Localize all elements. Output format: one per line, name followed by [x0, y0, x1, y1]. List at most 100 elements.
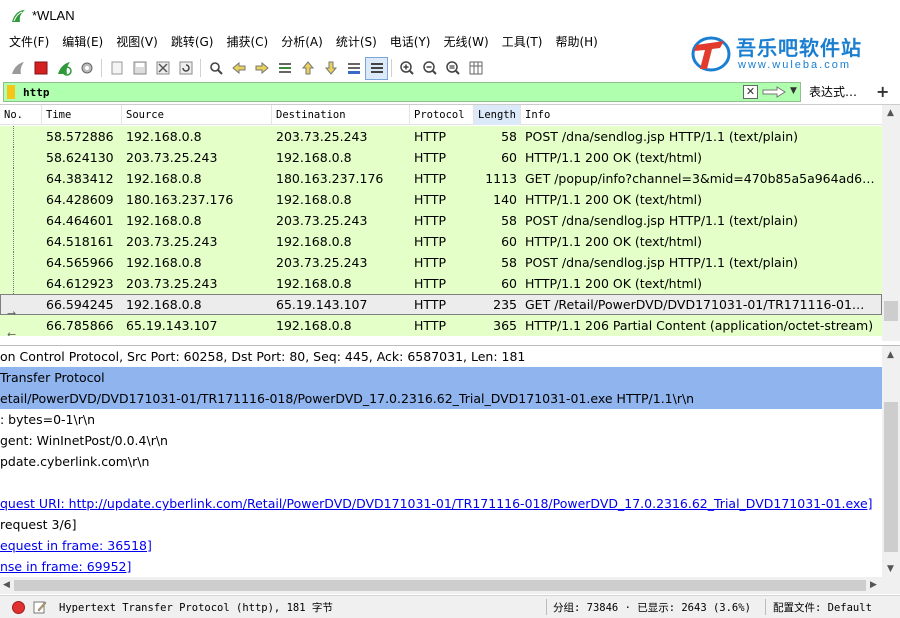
filter-expression-button[interactable]: 表达式… — [809, 83, 857, 100]
apply-filter-icon[interactable] — [761, 85, 787, 99]
stop-icon — [34, 61, 47, 75]
detail-text[interactable]: equest in frame: 36518] — [0, 538, 152, 553]
detail-text[interactable]: nse in frame: 69952] — [0, 559, 131, 574]
go-to-first-button[interactable] — [296, 57, 319, 80]
packet-destination-cell: 65.19.143.107 — [276, 297, 368, 312]
filter-history-dropdown-icon[interactable]: ▼ — [790, 86, 797, 96]
table-row[interactable]: 58.624130 203.73.25.243 192.168.0.8 HTTP 60 H… — [0, 147, 882, 168]
resize-columns-button[interactable] — [464, 57, 487, 80]
goto-packet-icon — [278, 63, 291, 73]
capture-comment-icon[interactable] — [33, 600, 47, 614]
go-back-button[interactable] — [227, 57, 250, 80]
open-file-button[interactable] — [105, 57, 128, 80]
table-row[interactable]: 64.518161 203.73.25.243 192.168.0.8 HTTP 60 H… — [0, 231, 882, 252]
packet-time-cell: 64.383412 — [46, 171, 114, 186]
packet-length-cell: 235 — [493, 297, 517, 312]
detail-tree-item[interactable]: Transfer Protocol — [0, 367, 882, 388]
menu-help[interactable]: 帮助(H) — [550, 31, 605, 54]
save-file-button[interactable] — [128, 57, 151, 80]
column-header-protocol[interactable]: Protocol — [410, 105, 474, 125]
packet-length-cell: 58 — [501, 129, 517, 144]
packet-source-cell: 203.73.25.243 — [126, 276, 218, 291]
menu-tools[interactable]: 工具(T) — [497, 31, 551, 54]
column-header-info[interactable]: Info — [521, 105, 882, 125]
packet-protocol-cell: HTTP — [414, 150, 446, 165]
menu-file[interactable]: 文件(F) — [4, 31, 57, 54]
bookmark-icon[interactable] — [7, 85, 15, 99]
menu-capture[interactable]: 捕获(C) — [221, 31, 276, 54]
configuration-profile[interactable]: 配置文件: Default — [773, 600, 872, 615]
scrollbar-thumb[interactable] — [884, 301, 898, 321]
scrollbar-thumb[interactable] — [14, 580, 866, 591]
scroll-right-icon[interactable]: ▶ — [870, 580, 877, 590]
table-row[interactable]: 64.612923 203.73.25.243 192.168.0.8 HTTP 60 H… — [0, 273, 882, 294]
detail-tree-item[interactable]: quest URI: http://update.cyberlink.com/R… — [0, 493, 882, 514]
detail-tree-item[interactable]: etail/PowerDVD/DVD171031-01/TR171116-018… — [0, 388, 882, 409]
detail-tree-item[interactable]: on Control Protocol, Src Port: 60258, Ds… — [0, 346, 882, 367]
menu-edit[interactable]: 编辑(E) — [57, 31, 111, 54]
packet-source-cell: 192.168.0.8 — [126, 255, 202, 270]
table-row[interactable]: 64.464601 192.168.0.8 203.73.25.243 HTTP 58 P… — [0, 210, 882, 231]
auto-scroll-button[interactable] — [342, 57, 365, 80]
scrollbar-thumb[interactable] — [884, 402, 898, 552]
column-header-length[interactable]: Length — [474, 105, 521, 125]
scroll-up-icon[interactable]: ▲ — [887, 350, 894, 360]
packet-destination-cell: 203.73.25.243 — [276, 213, 368, 228]
packet-protocol-cell: HTTP — [414, 318, 446, 333]
detail-tree-item[interactable]: nse in frame: 69952] — [0, 556, 882, 577]
menu-statistics[interactable]: 统计(S) — [331, 31, 385, 54]
add-filter-button[interactable]: + — [876, 82, 889, 101]
table-row[interactable]: ← 66.785866 65.19.143.107 192.168.0.8 HTTP 36… — [0, 315, 882, 336]
packet-list-scrollbar[interactable]: ▲ — [882, 105, 900, 341]
detail-tree-item[interactable]: request 3/6] — [0, 514, 882, 535]
zoom-reset-button[interactable] — [441, 57, 464, 80]
zoom-in-button[interactable] — [395, 57, 418, 80]
detail-tree-item[interactable] — [0, 472, 882, 493]
reload-file-button[interactable] — [174, 57, 197, 80]
clear-filter-icon[interactable]: ✕ — [743, 85, 758, 99]
stop-capture-button[interactable] — [29, 57, 52, 80]
colorize-button[interactable] — [365, 56, 388, 80]
find-packet-button[interactable] — [204, 57, 227, 80]
scroll-down-icon[interactable]: ▼ — [887, 564, 894, 574]
column-header-source[interactable]: Source — [122, 105, 272, 125]
column-header-time[interactable]: Time — [42, 105, 122, 125]
menu-analyze[interactable]: 分析(A) — [276, 31, 331, 54]
packet-list-header: No. Time Source Destination Protocol Len… — [0, 105, 882, 125]
conversation-line — [13, 168, 14, 189]
main-toolbar — [0, 55, 900, 81]
table-row[interactable]: 58.572886 192.168.0.8 203.73.25.243 HTTP 58 P… — [0, 126, 882, 147]
display-filter-input[interactable] — [23, 85, 723, 99]
table-row[interactable]: 64.565966 192.168.0.8 203.73.25.243 HTTP 58 P… — [0, 252, 882, 273]
detail-text[interactable]: quest URI: http://update.cyberlink.com/R… — [0, 496, 873, 511]
scroll-left-icon[interactable]: ◀ — [3, 580, 10, 590]
close-file-button[interactable] — [151, 57, 174, 80]
go-forward-button[interactable] — [250, 57, 273, 80]
detail-tree-item[interactable]: pdate.cyberlink.com\r\n — [0, 451, 882, 472]
details-vertical-scrollbar[interactable]: ▲ ▼ — [882, 346, 900, 594]
packet-source-cell: 203.73.25.243 — [126, 150, 218, 165]
packet-destination-cell: 192.168.0.8 — [276, 150, 352, 165]
go-to-last-button[interactable] — [319, 57, 342, 80]
display-filter-field[interactable]: ✕ ▼ — [3, 82, 801, 102]
start-capture-button[interactable] — [6, 57, 29, 80]
menu-view[interactable]: 视图(V) — [111, 31, 166, 54]
table-row[interactable]: 64.428609 180.163.237.176 192.168.0.8 HTTP 1… — [0, 189, 882, 210]
go-to-packet-button[interactable] — [273, 57, 296, 80]
table-row[interactable]: 64.383412 192.168.0.8 180.163.237.176 HTTP 1… — [0, 168, 882, 189]
details-horizontal-scrollbar[interactable]: ◀ ▶ — [0, 577, 882, 594]
restart-capture-button[interactable] — [52, 57, 75, 80]
column-header-no[interactable]: No. — [0, 105, 42, 125]
table-row[interactable]: → 66.594245 192.168.0.8 65.19.143.107 HTTP 23… — [0, 294, 882, 315]
detail-tree-item[interactable]: gent: WinInetPost/0.0.4\r\n — [0, 430, 882, 451]
detail-tree-item[interactable]: : bytes=0-1\r\n — [0, 409, 882, 430]
menu-telephony[interactable]: 电话(Y) — [385, 31, 439, 54]
menu-go[interactable]: 跳转(G) — [166, 31, 222, 54]
menu-wireless[interactable]: 无线(W) — [439, 31, 497, 54]
scroll-up-icon[interactable]: ▲ — [887, 108, 894, 118]
zoom-out-button[interactable] — [418, 57, 441, 80]
column-header-destination[interactable]: Destination — [272, 105, 410, 125]
expert-info-icon[interactable] — [12, 600, 25, 614]
detail-tree-item[interactable]: equest in frame: 36518] — [0, 535, 882, 556]
capture-options-button[interactable] — [75, 57, 98, 80]
